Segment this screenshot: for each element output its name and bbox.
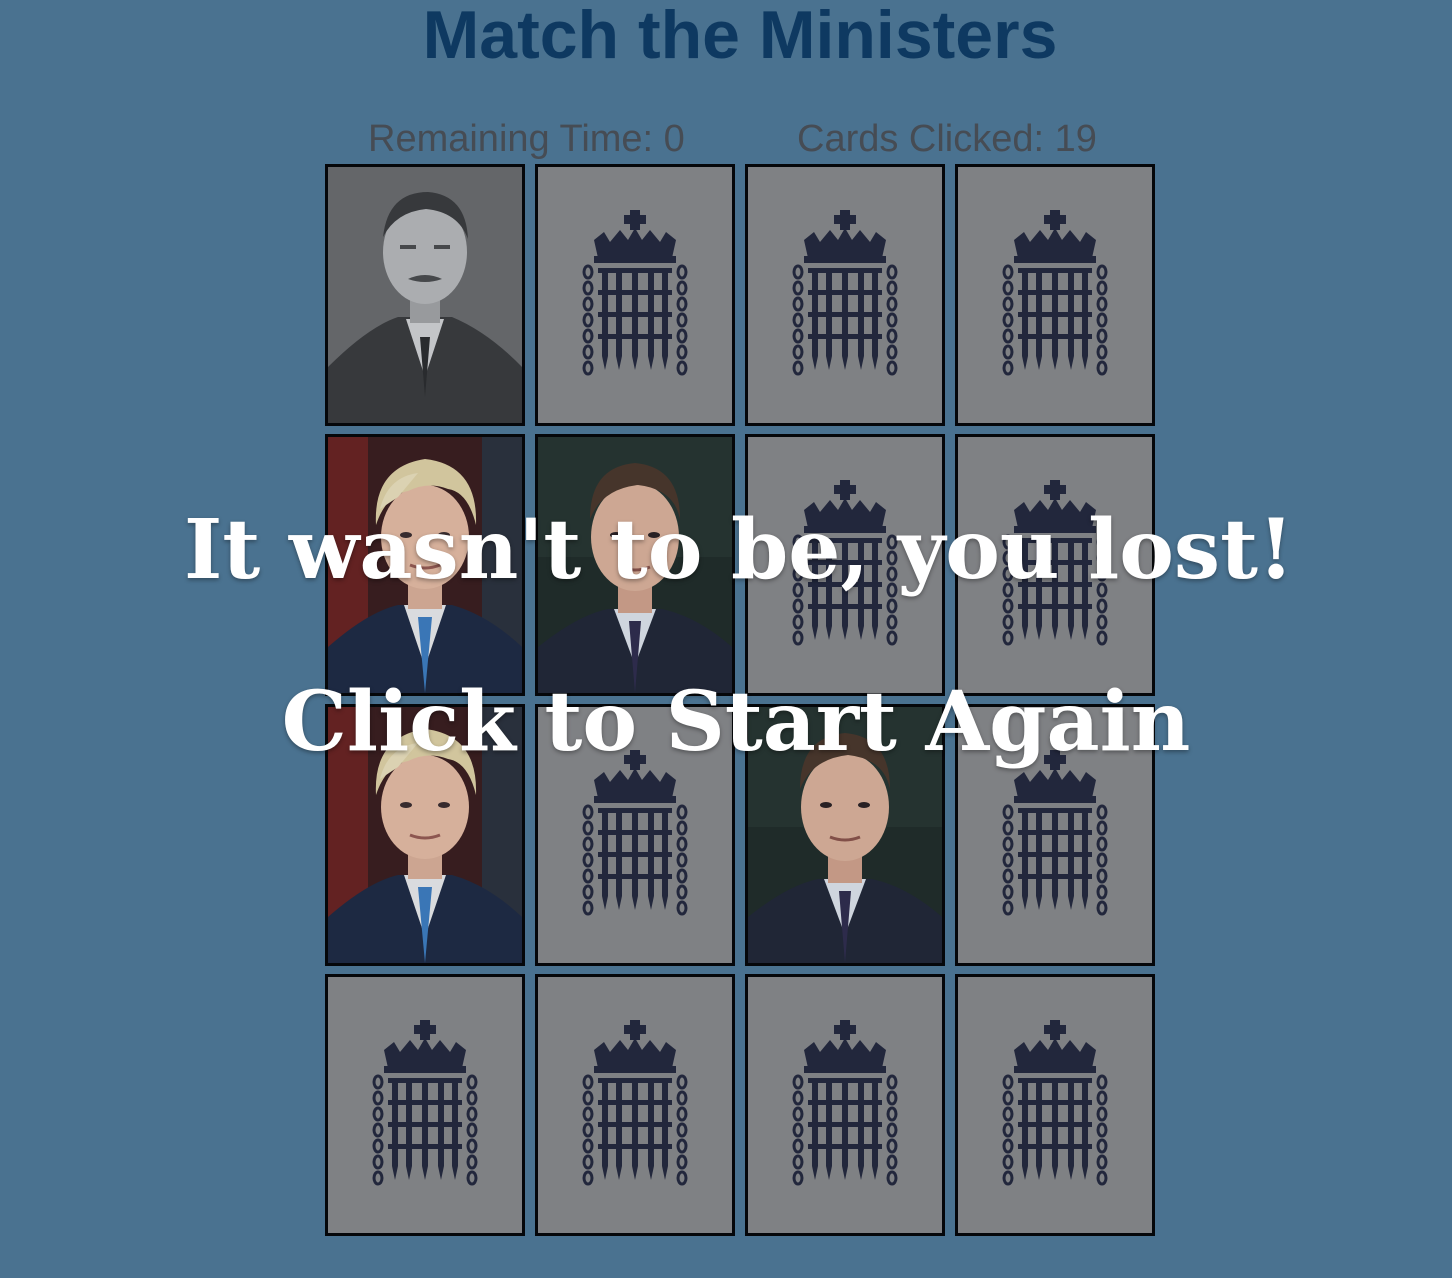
game-page: Match the Ministers Remaining Time: 0 Ca… xyxy=(0,0,1452,1278)
restart-button[interactable]: Click to Start Again xyxy=(0,674,1452,770)
game-over-overlay[interactable]: It wasn't to be, you lost! Click to Star… xyxy=(0,0,1452,1278)
game-over-message: It wasn't to be, you lost! xyxy=(184,502,1294,598)
